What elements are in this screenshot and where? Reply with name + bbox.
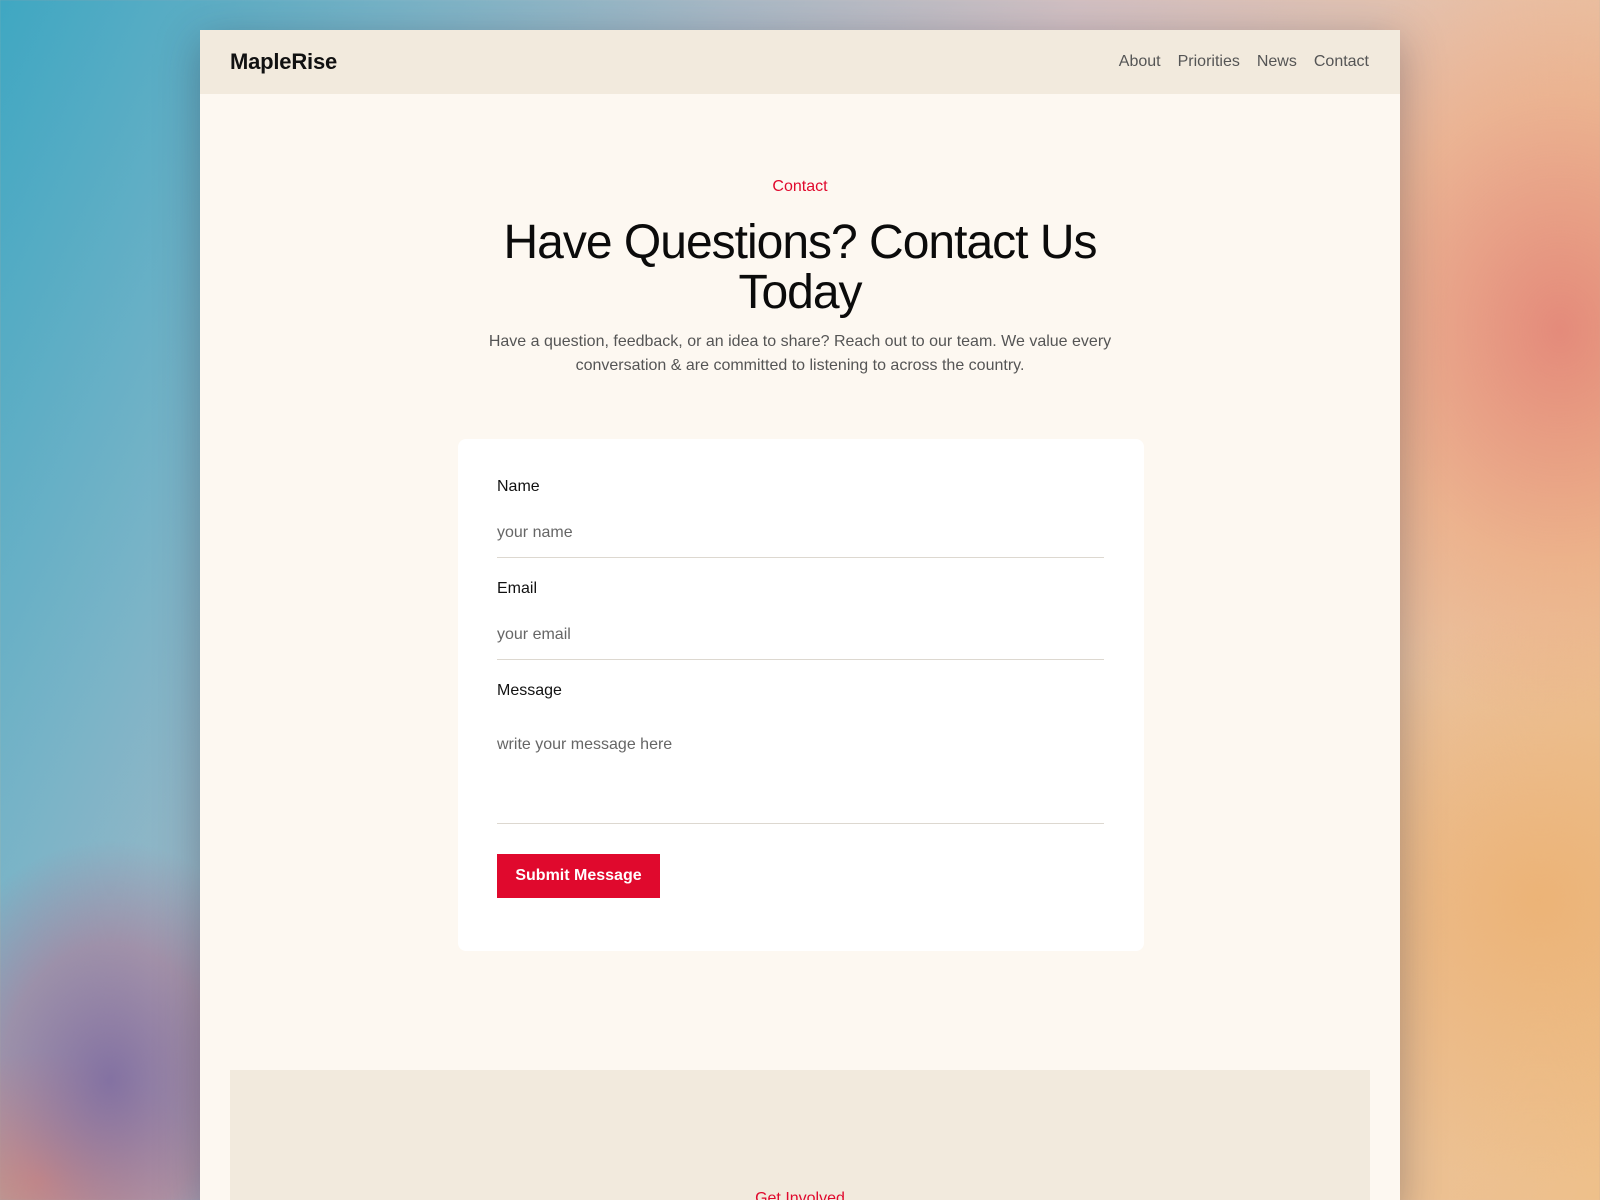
nav-link-priorities[interactable]: Priorities bbox=[1178, 53, 1240, 71]
nav-links: About Priorities News Contact bbox=[1119, 53, 1369, 71]
email-label: Email bbox=[497, 580, 538, 597]
nav-link-contact[interactable]: Contact bbox=[1314, 53, 1369, 71]
name-input[interactable] bbox=[497, 504, 1104, 558]
navbar: MapleRise About Priorities News Contact bbox=[200, 30, 1400, 94]
page-title: Have Questions? Contact Us Today bbox=[503, 216, 1098, 319]
brand-logo[interactable]: MapleRise bbox=[230, 49, 337, 75]
nav-link-news[interactable]: News bbox=[1257, 53, 1297, 71]
submit-message-button[interactable]: Submit Message bbox=[497, 854, 660, 898]
page-subtitle: Have a question, feedback, or an idea to… bbox=[488, 333, 1112, 374]
section-eyebrow: Contact bbox=[772, 178, 828, 195]
get-involved-section: Get Involved bbox=[230, 1070, 1370, 1200]
email-input[interactable] bbox=[497, 606, 1104, 660]
message-textarea[interactable] bbox=[497, 708, 1104, 824]
name-label: Name bbox=[497, 478, 540, 495]
get-involved-eyebrow: Get Involved bbox=[755, 1190, 845, 1200]
message-label: Message bbox=[497, 682, 562, 699]
nav-link-about[interactable]: About bbox=[1119, 53, 1161, 71]
contact-form: Name Email Message Submit Message bbox=[458, 439, 1144, 951]
contact-hero: Contact Have Questions? Contact Us Today… bbox=[200, 94, 1400, 378]
page-container: MapleRise About Priorities News Contact … bbox=[200, 30, 1400, 1200]
